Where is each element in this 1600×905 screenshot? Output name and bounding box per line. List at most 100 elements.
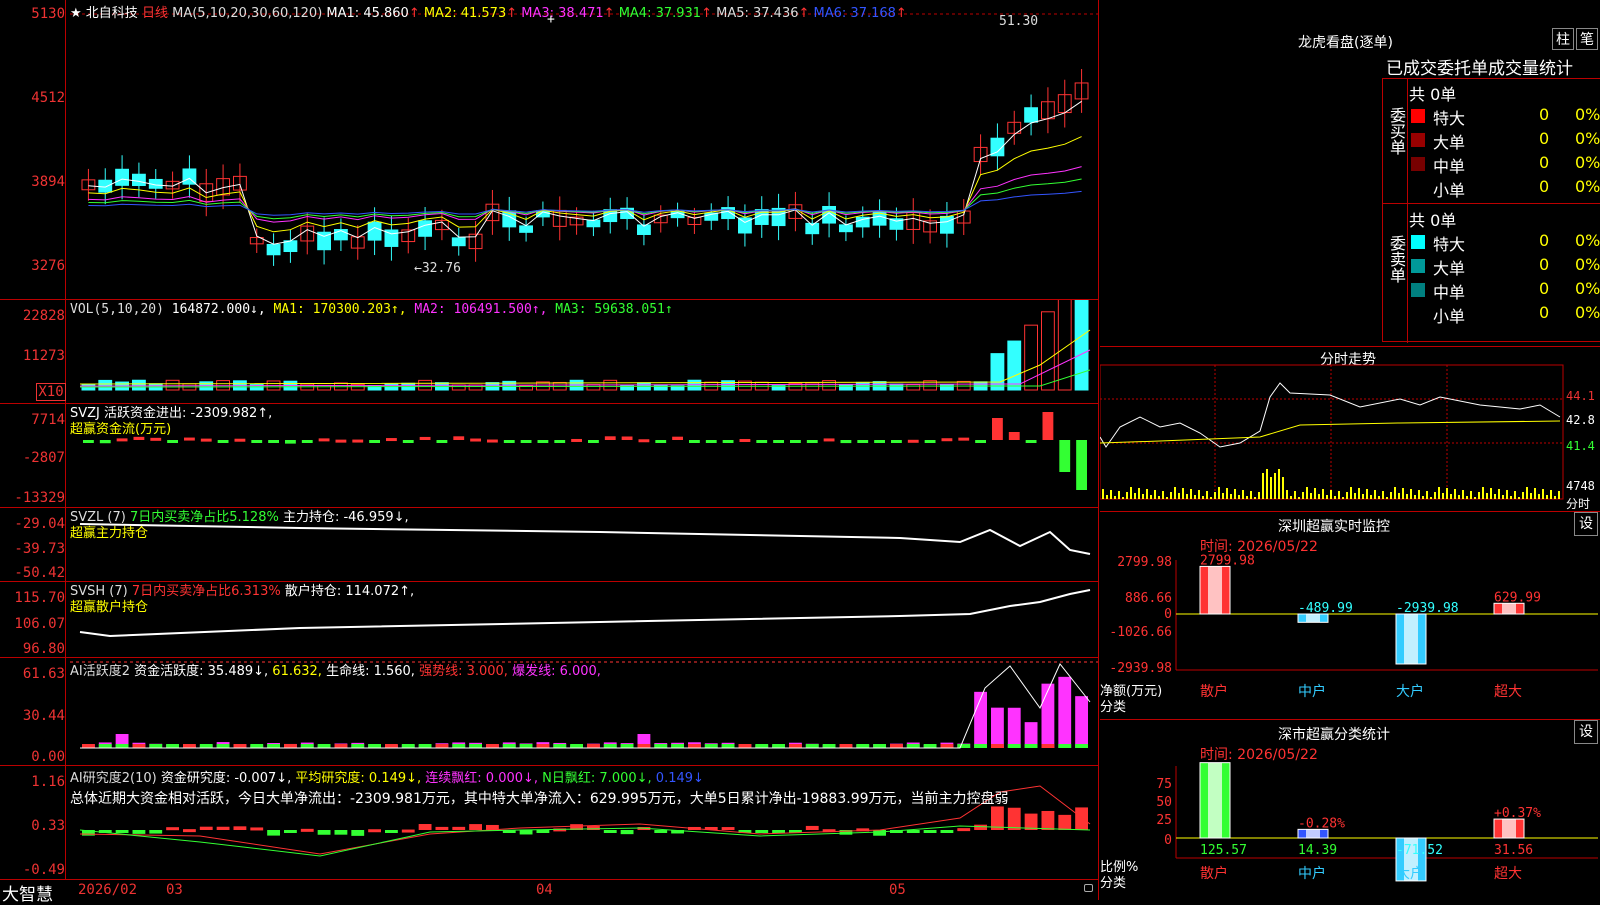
svzj-bar bbox=[352, 439, 364, 443]
svzj-bar bbox=[335, 439, 347, 443]
ai-activity-base bbox=[789, 744, 802, 748]
svzj-bar bbox=[571, 438, 582, 442]
intraday-volume-bar bbox=[1422, 496, 1424, 499]
ai-research-legend-item: 平均研究度: 0.149↓, bbox=[291, 771, 422, 786]
svzj-bar bbox=[773, 440, 784, 443]
ai-activity-pane[interactable]: 61.63 30.44 0.00 AI活跃度2 资金活跃度: 35.489↓, … bbox=[0, 658, 1098, 766]
svzj-bar bbox=[402, 440, 414, 443]
svzj-bar bbox=[301, 440, 313, 443]
candle-body bbox=[586, 219, 601, 228]
intraday-volume-bar bbox=[1214, 492, 1216, 499]
sz-class-axis-label: 50 bbox=[1156, 795, 1172, 810]
intraday-volume-bar bbox=[1174, 487, 1176, 499]
svzj-pane[interactable]: 7714 -2807 -13329 SVZJ 活跃资金进出: -2309.982… bbox=[0, 404, 1098, 508]
sz-class-panel[interactable]: 深市超赢分类统计 设 时间: 2026/05/22 75 50 25 0 散户 -0.28… bbox=[1100, 720, 1600, 900]
ai-activity-base bbox=[654, 744, 668, 748]
star-icon[interactable]: ★ bbox=[70, 6, 82, 21]
sz-class-bottom-value: -71.52 bbox=[1396, 843, 1443, 858]
intraday-volume-bar bbox=[1202, 496, 1204, 499]
svzl-pane[interactable]: -29.04 -39.73 -50.42 SVZL (7) 7日内买卖净占比5.… bbox=[0, 508, 1098, 582]
ai-activity-base bbox=[183, 744, 196, 748]
ma-arrow: ↑ bbox=[895, 6, 907, 21]
intraday-volume-bar bbox=[1410, 489, 1412, 499]
research-bar bbox=[183, 829, 196, 833]
ai-activity-base bbox=[923, 744, 937, 748]
ai-activity-base bbox=[216, 744, 230, 748]
sz-monitor-value-label: -2939.98 bbox=[1396, 601, 1459, 616]
lock-icon[interactable] bbox=[1084, 884, 1093, 892]
sz-class-chart[interactable]: 75 50 25 0 散户 -0.28% 中户 大户 +0.37% 超大 125.57 14.39 -7… bbox=[1100, 720, 1600, 900]
sz-monitor-panel[interactable]: 深圳超赢实时监控 设 时间: 2026/05/22 2799.98 886.66 0… bbox=[1100, 512, 1600, 720]
sz-monitor-chart[interactable]: 2799.98 886.660 -1026.66 -2939.98 2799.98 散户 -… bbox=[1100, 512, 1600, 720]
ai-activity-base bbox=[469, 744, 482, 748]
intraday-volume-bar bbox=[1486, 493, 1488, 499]
volume-bar bbox=[468, 384, 483, 391]
research-bar bbox=[166, 827, 179, 831]
intraday-volume-bar bbox=[1186, 494, 1188, 499]
research-bar bbox=[149, 830, 163, 834]
period-label[interactable]: 日线 bbox=[142, 6, 168, 21]
research-bar bbox=[805, 825, 819, 830]
research-bar bbox=[940, 830, 954, 833]
ai-research-pane[interactable]: 1.16 0.33 -0.49 AI研究度2(10) 资金研究度: -0.007… bbox=[0, 766, 1098, 880]
ma-arrow: ↑ bbox=[506, 6, 522, 21]
ai-activity-base bbox=[637, 744, 651, 748]
sell-value: 0 bbox=[1539, 303, 1550, 322]
research-bar bbox=[536, 830, 550, 833]
bar-view-button[interactable]: 柱 bbox=[1552, 28, 1574, 50]
buy-value: 0 bbox=[1539, 129, 1550, 148]
research-bar bbox=[199, 826, 213, 830]
sz-monitor-category-label: 超大 bbox=[1494, 684, 1522, 700]
app-logo[interactable]: 大智慧 bbox=[2, 880, 53, 905]
sell-color-swatch bbox=[1411, 235, 1425, 249]
svzj-bar bbox=[857, 440, 869, 443]
svsh-pane[interactable]: 115.70 106.07 96.80 SVSH (7) 7日内买卖净占比6.3… bbox=[0, 582, 1098, 658]
ai-activity-bar bbox=[1041, 683, 1055, 748]
intraday-volume-bar bbox=[1130, 487, 1132, 499]
volume-pane[interactable]: 22828 11273 X10 VOL(5,10,20) 164872.000↓… bbox=[0, 300, 1098, 404]
intraday-volume-bar bbox=[1450, 494, 1452, 499]
svzj-bar bbox=[285, 440, 296, 444]
dragon-col-divider bbox=[1407, 79, 1408, 343]
intraday-volume-bar bbox=[1150, 495, 1152, 499]
svzj-bar bbox=[621, 436, 633, 440]
buy-label: 小单 bbox=[1433, 181, 1466, 200]
intraday-volume-bar bbox=[1498, 489, 1500, 499]
price-pane[interactable]: 5130 4512 3894 3276 ★ 北自科技 日线 MA(5,10,20… bbox=[0, 0, 1098, 300]
intraday-chart[interactable] bbox=[1100, 347, 1600, 513]
svzj-bar bbox=[503, 440, 515, 443]
sell-pct: 0% bbox=[1575, 231, 1600, 250]
ai-activity-base bbox=[873, 744, 886, 748]
intraday-volume-bar bbox=[1350, 487, 1352, 499]
intraday-volume-bar bbox=[1514, 491, 1516, 499]
svzj-bar bbox=[419, 436, 431, 440]
tick-view-button[interactable]: 笔 bbox=[1576, 28, 1598, 50]
intraday-volume-bar bbox=[1554, 496, 1556, 499]
svzj-bar bbox=[318, 438, 330, 442]
intraday-axis-label: 分时 bbox=[1566, 497, 1591, 511]
candle-body bbox=[451, 237, 466, 247]
buy-side-label: 委买单 bbox=[1387, 107, 1406, 155]
svzj-bar bbox=[1059, 440, 1071, 472]
sz-monitor-axis-label: 0 bbox=[1164, 607, 1172, 622]
ai-activity-base bbox=[199, 744, 213, 748]
svzj-bar bbox=[655, 440, 667, 443]
dragon-panel: 龙虎看盘(逐单) 柱 笔 已成交委托单成交量统计 委买单 共 0单 特大 0 0% 大… bbox=[1100, 0, 1600, 346]
intraday-panel[interactable]: 分时走势 44.1 42.8 41.4 4748 分时 bbox=[1100, 346, 1600, 512]
sz-monitor-bar-highlight bbox=[1404, 614, 1418, 664]
candlestick-chart[interactable] bbox=[0, 0, 1098, 300]
intraday-volume-bar bbox=[1322, 489, 1324, 499]
sz-class-bottom-value: 31.56 bbox=[1494, 843, 1533, 858]
sell-value: 0 bbox=[1539, 255, 1550, 274]
main-divider bbox=[1098, 0, 1099, 900]
sell-label: 小单 bbox=[1433, 307, 1466, 326]
volume-bar bbox=[906, 384, 921, 391]
svzj-bar bbox=[638, 439, 650, 443]
candle-body bbox=[1024, 107, 1038, 123]
research-bar bbox=[1007, 807, 1021, 830]
volume-legend-item: 164872.000↓, bbox=[163, 302, 266, 317]
intraday-axis-label: 44.1 bbox=[1566, 389, 1595, 403]
intraday-volume-bar bbox=[1534, 488, 1536, 499]
sell-pct: 0% bbox=[1575, 255, 1600, 274]
ai-research-legend-item: N日飘红: 7.000↓, bbox=[538, 771, 652, 786]
